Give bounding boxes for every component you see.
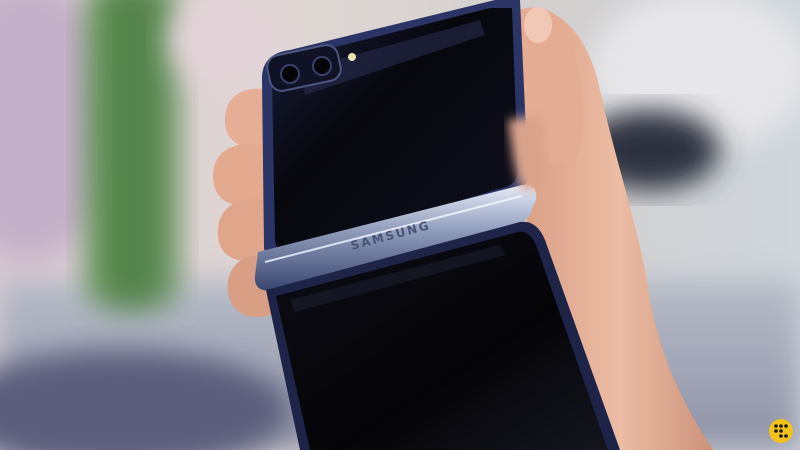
thumbnail: [524, 7, 552, 43]
camera-lens-2-icon: [312, 56, 332, 76]
flash-icon: [348, 53, 356, 61]
background-plant: [85, 0, 180, 310]
photo-scene: SAMSUNG: [0, 0, 800, 450]
dot-grid-logo-icon: [769, 419, 793, 443]
photo-stage: SAMSUNG: [0, 0, 800, 450]
camera-lens-1-icon: [280, 64, 300, 84]
